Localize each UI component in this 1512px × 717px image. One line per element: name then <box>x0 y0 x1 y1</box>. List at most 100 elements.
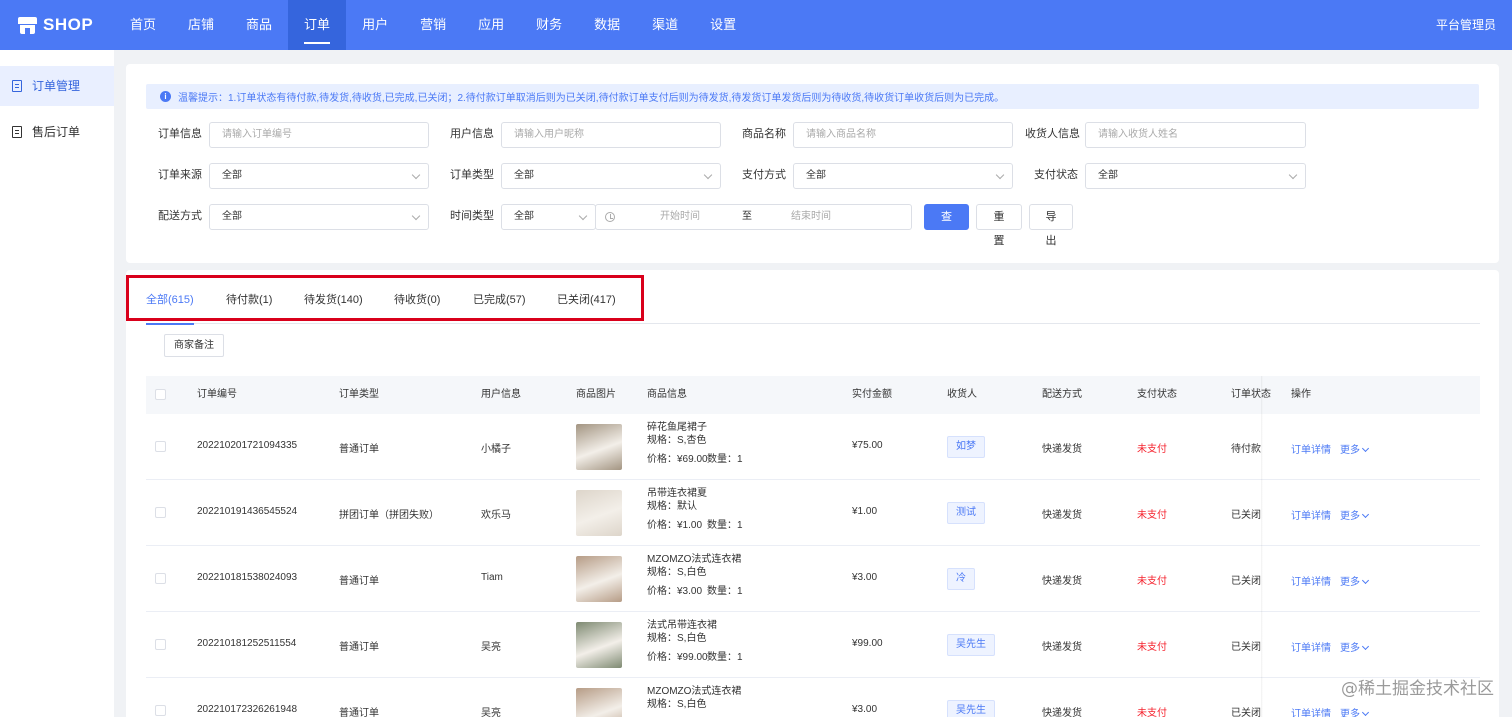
chevron-down-icon <box>411 170 421 180</box>
main-nav: 首页 店铺 商品 订单 用户 营销 应用 财务 数据 渠道 设置 <box>114 0 752 50</box>
order-info-label: 订单信息 <box>158 128 202 140</box>
product-spec: 规格：默认 <box>647 501 697 512</box>
chevron-down-icon <box>1361 576 1370 585</box>
delivery-method: 快递发货 <box>1042 444 1082 455</box>
order-no: 202210191436545524 <box>197 506 298 517</box>
product-thumbnail[interactable] <box>576 556 622 602</box>
delivery-select[interactable]: 全部 <box>209 204 429 230</box>
query-button[interactable]: 查询 <box>924 204 969 247</box>
order-detail-link[interactable]: 订单详情 <box>1291 507 1331 522</box>
start-date-input[interactable]: 开始时间 <box>660 205 700 229</box>
pay-status: 未支付 <box>1137 444 1167 455</box>
clock-icon <box>605 212 615 222</box>
nav-settings[interactable]: 设置 <box>694 0 752 50</box>
logo[interactable]: SHOP <box>0 0 114 50</box>
col-product-image: 商品图片 <box>576 389 616 400</box>
product-thumbnail[interactable] <box>576 424 622 470</box>
pay-status-select[interactable]: 全部 <box>1085 163 1306 189</box>
user-info-input[interactable]: 请输入用户昵称 <box>501 122 721 148</box>
receiver-tag: 吴先生 <box>947 634 995 656</box>
nav-store[interactable]: 店铺 <box>172 0 230 50</box>
more-label: 更多 <box>1340 577 1360 588</box>
row-checkbox[interactable] <box>155 573 166 584</box>
more-dropdown[interactable]: 更多 <box>1340 573 1370 588</box>
order-info-input[interactable]: 请输入订单编号 <box>209 122 429 148</box>
paid-amount: ¥1.00 <box>852 506 878 517</box>
receiver-tag: 测试 <box>947 502 985 524</box>
paid-amount: ¥3.00 <box>852 704 878 715</box>
row-checkbox[interactable] <box>155 507 166 518</box>
pay-status: 未支付 <box>1137 576 1167 587</box>
order-status: 已关闭 <box>1231 510 1261 521</box>
col-delivery: 配送方式 <box>1042 389 1082 400</box>
product-name-label: 商品名称 <box>742 128 786 140</box>
nav-data[interactable]: 数据 <box>578 0 636 50</box>
paid-amount: ¥99.00 <box>852 638 883 649</box>
nav-channels[interactable]: 渠道 <box>636 0 694 50</box>
admin-user[interactable]: 平台管理员 <box>1436 0 1496 50</box>
more-dropdown[interactable]: 更多 <box>1340 639 1370 654</box>
nav-finance[interactable]: 财务 <box>520 0 578 50</box>
pay-status: 未支付 <box>1137 642 1167 653</box>
date-range-picker[interactable]: 开始时间 至 结束时间 <box>595 204 912 230</box>
row-checkbox[interactable] <box>155 639 166 650</box>
order-source-label: 订单来源 <box>158 169 202 181</box>
tabs-highlight-box <box>126 275 644 321</box>
table-row: 202210181252511554 普通订单 吴亮 法式吊带连衣裙 规格：S,白色 价格… <box>146 612 1480 678</box>
nav-orders[interactable]: 订单 <box>288 0 347 50</box>
user-name: 小橘子 <box>481 444 511 455</box>
tip-text: 温馨提示：1.订单状态有待付款,待发货,待收货,已完成,已关闭；2.待付款订单取… <box>178 93 1005 104</box>
select-all-checkbox[interactable] <box>155 389 166 400</box>
more-label: 更多 <box>1340 511 1360 522</box>
order-type-select[interactable]: 全部 <box>501 163 721 189</box>
more-dropdown[interactable]: 更多 <box>1340 507 1370 522</box>
product-qty: 数量：1 <box>707 652 743 663</box>
nav-apps[interactable]: 应用 <box>462 0 520 50</box>
order-type: 普通订单 <box>339 576 379 587</box>
table-header: 订单编号 订单类型 用户信息 商品图片 商品信息 实付金额 收货人 配送方式 支… <box>146 376 1480 414</box>
order-no: 202210181252511554 <box>197 638 297 649</box>
order-source-select[interactable]: 全部 <box>209 163 429 189</box>
shop-icon <box>18 16 37 34</box>
sidebar: 订单管理 售后订单 <box>0 50 114 717</box>
export-button[interactable]: 导出 <box>1029 204 1073 247</box>
more-dropdown[interactable]: 更多 <box>1340 705 1370 717</box>
pay-method-select[interactable]: 全部 <box>793 163 1013 189</box>
order-status: 待付款 <box>1231 444 1261 455</box>
row-checkbox[interactable] <box>155 441 166 452</box>
product-thumbnail[interactable] <box>576 490 622 536</box>
order-no: 202210181538024093 <box>197 572 298 583</box>
order-status: 已关闭 <box>1231 642 1261 653</box>
nav-home[interactable]: 首页 <box>114 0 172 50</box>
product-name: MZOMZO法式连衣裙 <box>647 554 742 565</box>
sidebar-item-order-management[interactable]: 订单管理 <box>0 66 114 106</box>
order-detail-link[interactable]: 订单详情 <box>1291 705 1331 717</box>
order-detail-link[interactable]: 订单详情 <box>1291 639 1331 654</box>
product-name-input[interactable]: 请输入商品名称 <box>793 122 1013 148</box>
more-label: 更多 <box>1340 643 1360 654</box>
time-type-select[interactable]: 全部 <box>501 204 596 230</box>
clipboard-icon <box>12 80 22 92</box>
order-detail-link[interactable]: 订单详情 <box>1291 441 1331 456</box>
chevron-down-icon <box>1361 708 1370 717</box>
product-thumbnail[interactable] <box>576 688 622 717</box>
nav-users[interactable]: 用户 <box>346 0 404 50</box>
row-checkbox[interactable] <box>155 705 166 716</box>
product-thumbnail[interactable] <box>576 622 622 668</box>
sidebar-item-after-sales[interactable]: 售后订单 <box>0 112 114 152</box>
pay-method-label: 支付方式 <box>742 169 786 181</box>
nav-products[interactable]: 商品 <box>230 0 288 50</box>
reset-button[interactable]: 重置 <box>976 204 1022 247</box>
pay-status: 未支付 <box>1137 510 1167 521</box>
more-dropdown[interactable]: 更多 <box>1340 441 1370 456</box>
top-navbar: SHOP 首页 店铺 商品 订单 用户 营销 应用 财务 数据 渠道 设置 平台… <box>0 0 1512 50</box>
product-name: 吊带连衣裙夏 <box>647 488 707 499</box>
nav-marketing[interactable]: 营销 <box>404 0 462 50</box>
order-type: 普通订单 <box>339 642 379 653</box>
end-date-input[interactable]: 结束时间 <box>791 205 831 229</box>
chevron-down-icon <box>1361 510 1370 519</box>
order-detail-link[interactable]: 订单详情 <box>1291 573 1331 588</box>
receiver-info-input[interactable]: 请输入收货人姓名 <box>1085 122 1306 148</box>
more-label: 更多 <box>1340 445 1360 456</box>
merchant-note-button[interactable]: 商家备注 <box>164 334 224 357</box>
